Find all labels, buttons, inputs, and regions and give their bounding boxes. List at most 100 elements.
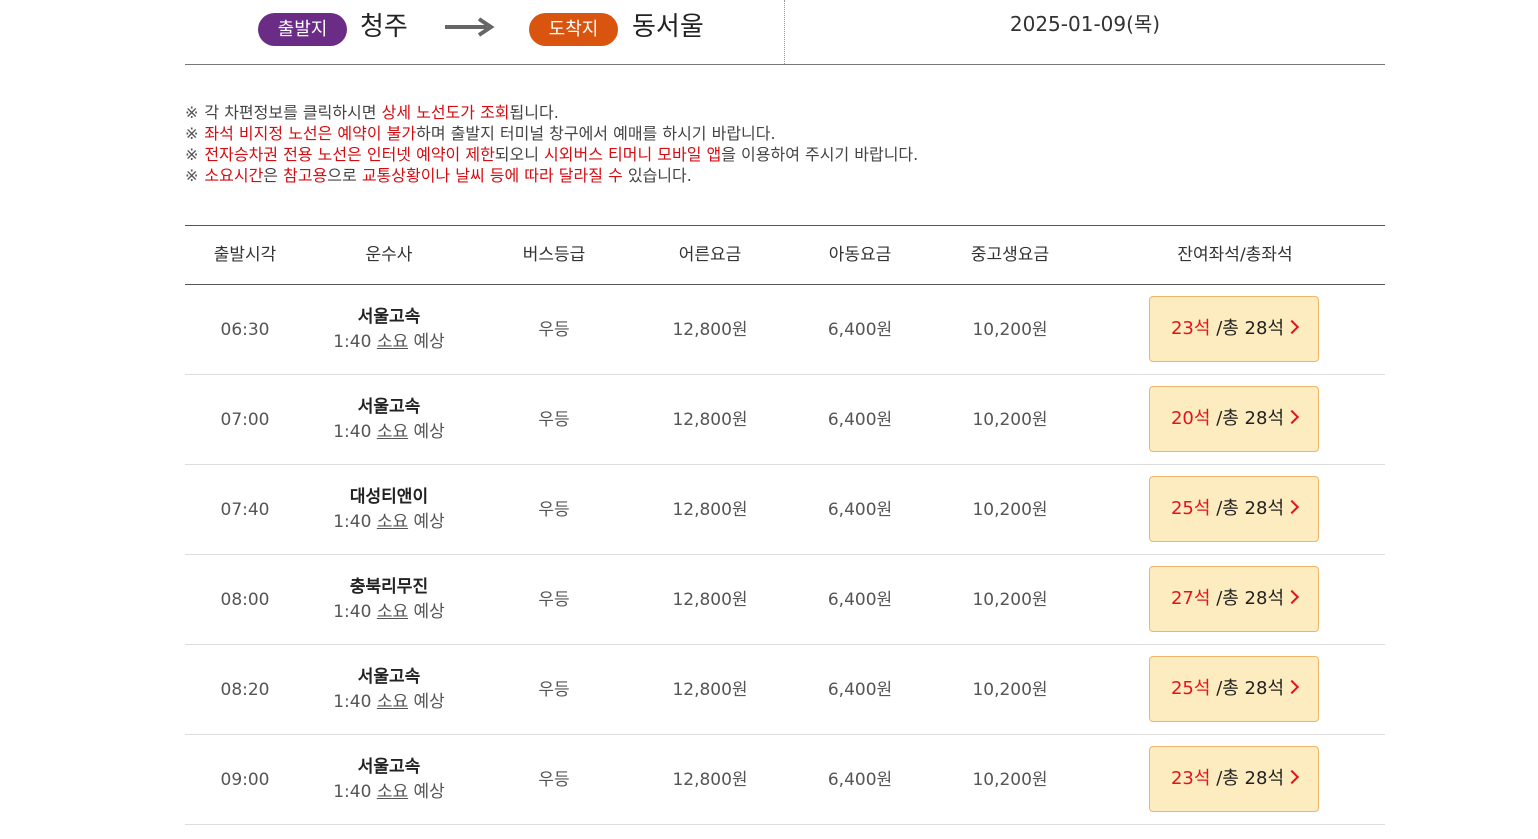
arrow-right-icon: [445, 17, 495, 37]
seat-select-button[interactable]: 23석 /총 28석: [1149, 296, 1319, 362]
bus-company: 대성티앤이: [349, 487, 429, 507]
table-row[interactable]: 06:30 서울고속 1:40 소요 예상 우등 12,800원 6,400원 10,200…: [185, 285, 1385, 375]
bus-grade: 우등: [538, 410, 570, 430]
chevron-right-icon: [1284, 769, 1300, 785]
bus-company: 서울고속: [357, 397, 421, 417]
schedule-table: 출발시각 운수사 버스등급 어른요금 아동요금 중고생요금 잔여좌석/총좌석 0…: [185, 225, 1385, 825]
chevron-right-icon: [1284, 679, 1300, 695]
notice-text: 됩니다.: [509, 103, 559, 122]
child-fare: 6,400원: [827, 410, 893, 430]
seat-select-button[interactable]: 23석 /총 28석: [1149, 746, 1319, 812]
departure-date: 2025-01-09(목): [1009, 12, 1161, 36]
remaining-seats: 20석: [1170, 408, 1211, 429]
total-seats: /총 28석: [1216, 318, 1284, 339]
child-fare: 6,400원: [827, 320, 893, 340]
company-cell: 대성티앤이 1:40 소요 예상: [315, 485, 463, 535]
child-fare: 6,400원: [827, 770, 893, 790]
company-cell: 서울고속 1:40 소요 예상: [315, 395, 463, 445]
notice-mark: ※: [185, 124, 199, 143]
total-seats: /총 28석: [1216, 408, 1284, 429]
bus-company: 서울고속: [357, 667, 421, 687]
duration-suffix: 예상: [413, 692, 445, 712]
student-fare: 10,200원: [972, 770, 1048, 790]
duration: 1:40 소요 예상: [315, 419, 463, 445]
student-fare: 10,200원: [972, 590, 1048, 610]
header-adult-fare: 어른요금: [678, 245, 742, 265]
notice-text: 각 차편정보를 클릭하시면: [204, 103, 382, 122]
seat-select-button[interactable]: 27석 /총 28석: [1149, 566, 1319, 632]
departure-time: 07:40: [220, 500, 270, 520]
notice-highlight: 좌석 비지정 노선은 예약이 불가: [204, 124, 417, 143]
duration: 1:40 소요 예상: [315, 779, 463, 805]
table-row[interactable]: 07:40 대성티앤이 1:40 소요 예상 우등 12,800원 6,400원 10,20…: [185, 465, 1385, 555]
seat-select-button[interactable]: 20석 /총 28석: [1149, 386, 1319, 452]
bus-company: 서울고속: [357, 757, 421, 777]
duration-suffix: 예상: [413, 422, 445, 442]
student-fare: 10,200원: [972, 680, 1048, 700]
departure-city: 청주: [360, 12, 408, 42]
table-row[interactable]: 08:00 충북리무진 1:40 소요 예상 우등 12,800원 6,400원 10,20…: [185, 555, 1385, 645]
adult-fare: 12,800원: [672, 410, 748, 430]
notice-highlight: 시외버스 티머니 모바일 앱: [544, 145, 722, 164]
company-cell: 충북리무진 1:40 소요 예상: [315, 575, 463, 625]
bus-grade: 우등: [538, 500, 570, 520]
notice-highlight: 교통상황이나 날씨 등에 따라 달라질 수: [361, 166, 623, 185]
header-time: 출발시각: [213, 245, 277, 265]
company-cell: 서울고속 1:40 소요 예상: [315, 755, 463, 805]
notice-text: 있습니다.: [622, 166, 692, 185]
notice-item: ※ 각 차편정보를 클릭하시면 상세 노선도가 조회됩니다.: [185, 102, 1385, 123]
table-row[interactable]: 08:20 서울고속 1:40 소요 예상 우등 12,800원 6,400원 10,200…: [185, 645, 1385, 735]
chevron-right-icon: [1284, 409, 1300, 425]
bus-grade: 우등: [538, 680, 570, 700]
departure-time: 08:20: [220, 680, 270, 700]
student-fare: 10,200원: [972, 410, 1048, 430]
notice-mark: ※: [185, 166, 199, 185]
notice-text: 되오니: [494, 145, 545, 164]
notice-mark: ※: [185, 145, 199, 164]
header-child-fare: 아동요금: [828, 245, 892, 265]
arrival-badge: 도착지: [529, 13, 618, 46]
child-fare: 6,400원: [827, 590, 893, 610]
remaining-seats: 23석: [1170, 768, 1211, 789]
duration-time: 1:40: [333, 692, 372, 712]
departure-time: 07:00: [220, 410, 270, 430]
duration: 1:40 소요 예상: [315, 689, 463, 715]
arrival-city: 동서울: [632, 12, 704, 42]
bus-grade: 우등: [538, 770, 570, 790]
chevron-right-icon: [1284, 319, 1300, 335]
notice-item: ※ 소요시간은 참고용으로 교통상황이나 날씨 등에 따라 달라질 수 있습니다.: [185, 165, 1385, 186]
duration-suffix: 예상: [413, 602, 445, 622]
duration-label: 소요: [376, 602, 409, 622]
seat-select-button[interactable]: 25석 /총 28석: [1149, 476, 1319, 542]
remaining-seats: 25석: [1170, 498, 1211, 519]
departure-badge: 출발지: [258, 13, 347, 46]
total-seats: /총 28석: [1216, 588, 1284, 609]
table-row[interactable]: 07:00 서울고속 1:40 소요 예상 우등 12,800원 6,400원 10,200…: [185, 375, 1385, 465]
remaining-seats: 25석: [1170, 678, 1211, 699]
total-seats: /총 28석: [1216, 678, 1284, 699]
notice-text: 하며 출발지 터미널 창구에서 예매를 하시기 바랍니다.: [416, 124, 776, 143]
chevron-right-icon: [1284, 499, 1300, 515]
notice-highlight: 소요시간: [204, 166, 264, 185]
duration: 1:40 소요 예상: [315, 329, 463, 355]
company-cell: 서울고속 1:40 소요 예상: [315, 305, 463, 355]
notice-highlight: 상세 노선도가 조회: [381, 103, 510, 122]
duration: 1:40 소요 예상: [315, 599, 463, 625]
seat-select-button[interactable]: 25석 /총 28석: [1149, 656, 1319, 722]
bus-grade: 우등: [538, 590, 570, 610]
departure-time: 08:00: [220, 590, 270, 610]
departure-time: 09:00: [220, 770, 270, 790]
schedule-page: 출발지 청주 도착지 동서울 2025-01-09(목) ※ 각 차편정보를 클릭…: [185, 0, 1385, 825]
table-row[interactable]: 09:00 서울고속 1:40 소요 예상 우등 12,800원 6,400원 10,200…: [185, 735, 1385, 825]
adult-fare: 12,800원: [672, 590, 748, 610]
duration: 1:40 소요 예상: [315, 509, 463, 535]
duration-suffix: 예상: [413, 782, 445, 802]
header-student-fare: 중고생요금: [970, 245, 1050, 265]
duration-label: 소요: [376, 332, 409, 352]
route-summary: 출발지 청주 도착지 동서울: [185, 0, 785, 64]
header-company: 운수사: [365, 245, 413, 265]
remaining-seats: 27석: [1170, 588, 1211, 609]
adult-fare: 12,800원: [672, 500, 748, 520]
notice-text: 을 이용하여 주시기 바랍니다.: [721, 145, 919, 164]
table-header: 출발시각 운수사 버스등급 어른요금 아동요금 중고생요금 잔여좌석/총좌석: [185, 226, 1385, 285]
